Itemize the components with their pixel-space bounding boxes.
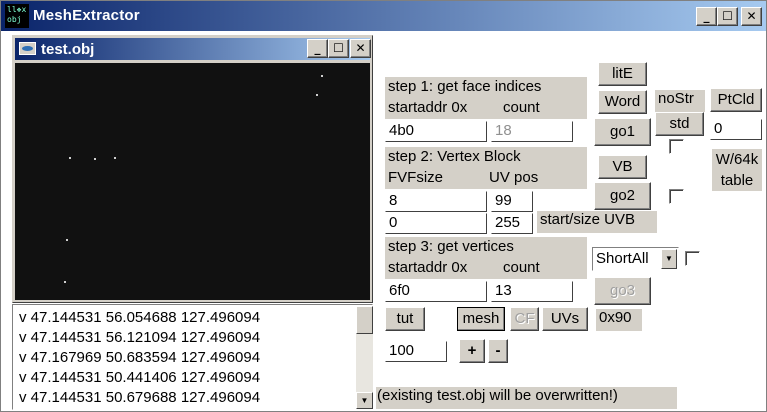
step3-count-label: count bbox=[503, 259, 540, 276]
close-icon: ✕ bbox=[355, 41, 366, 55]
step3-count-input[interactable]: 13 bbox=[491, 281, 573, 302]
table-label: table bbox=[720, 172, 754, 189]
child-minimize-button[interactable]: _ bbox=[307, 39, 328, 58]
scrollbar-thumb[interactable] bbox=[356, 306, 373, 334]
vertex-point bbox=[69, 157, 71, 159]
vb-button[interactable]: VB bbox=[598, 155, 647, 179]
uvb-size-input[interactable]: 255 bbox=[491, 213, 533, 234]
uvs-button[interactable]: UVs bbox=[542, 307, 588, 331]
step3-heading: step 3: get vertices bbox=[388, 238, 514, 255]
step3-startaddr-input[interactable]: 6f0 bbox=[385, 281, 487, 302]
minimize-icon: _ bbox=[314, 41, 321, 55]
zoom-plus-button[interactable]: + bbox=[459, 339, 485, 363]
offset-label: 0x90 bbox=[596, 309, 642, 331]
vertex-mode-select[interactable]: ShortAll ▼ bbox=[592, 247, 679, 271]
step2-heading: step 2: Vertex Block bbox=[388, 148, 521, 165]
zoom-minus-button[interactable]: - bbox=[488, 339, 508, 363]
child-maximize-button[interactable]: ☐ bbox=[328, 39, 349, 58]
dropdown-button[interactable]: ▼ bbox=[661, 249, 677, 269]
go2-checkbox[interactable] bbox=[669, 189, 684, 204]
vertex-point bbox=[321, 75, 323, 77]
vertex-point bbox=[66, 239, 68, 241]
main-window: ll❖x obj MeshExtractor _ ☐ ✕ test.obj _ … bbox=[0, 0, 767, 412]
list-item[interactable]: v 47.144531 56.121094 127.496094 bbox=[19, 329, 260, 349]
obj-file-icon bbox=[19, 42, 36, 55]
overwrite-warning: (existing test.obj will be overwritten!) bbox=[376, 387, 677, 409]
vertex-list[interactable]: v 47.144531 56.054688 127.496094 v 47.14… bbox=[12, 304, 373, 410]
step1-count-label: count bbox=[503, 99, 540, 116]
ptcld-button[interactable]: PtCld bbox=[710, 88, 762, 112]
title-bar[interactable]: ll❖x obj MeshExtractor _ ☐ ✕ bbox=[1, 1, 766, 31]
child-window-title: test.obj bbox=[41, 41, 95, 58]
ptcld-input[interactable]: 0 bbox=[710, 119, 762, 140]
list-item[interactable]: v 47.144531 50.679688 127.496094 bbox=[19, 389, 260, 409]
step3-startaddr-label: startaddr 0x bbox=[388, 259, 468, 276]
scroll-down-button[interactable]: ▼ bbox=[356, 392, 373, 409]
vertex-point bbox=[114, 157, 116, 159]
go2-button[interactable]: go2 bbox=[594, 182, 651, 210]
vertex-point bbox=[94, 158, 96, 160]
step1-startaddr-label: startaddr 0x bbox=[388, 99, 468, 116]
std-checkbox[interactable] bbox=[669, 139, 684, 154]
child-title-bar[interactable]: test.obj _ ☐ ✕ bbox=[15, 38, 371, 60]
vertex-mode-value: ShortAll bbox=[596, 250, 649, 267]
w64k-panel[interactable]: W/64k table bbox=[712, 149, 762, 191]
uvpos-input[interactable]: 99 bbox=[491, 191, 533, 212]
vertex-list-scrollbar[interactable]: ▼ bbox=[356, 306, 373, 409]
tut-button[interactable]: tut bbox=[385, 307, 425, 331]
maximize-icon: ☐ bbox=[333, 41, 344, 55]
nostr-label: noStr bbox=[655, 90, 705, 112]
list-item[interactable]: v 47.167969 50.683594 127.496094 bbox=[19, 349, 260, 369]
close-icon: ✕ bbox=[746, 9, 757, 23]
step3-panel: step 3: get vertices startaddr 0x count bbox=[385, 237, 587, 279]
maximize-icon: ☐ bbox=[722, 9, 733, 23]
minimize-icon: _ bbox=[703, 9, 710, 23]
lite-button[interactable]: litE bbox=[598, 62, 647, 86]
w64k-label: W/64k bbox=[715, 151, 759, 168]
step1-startaddr-input[interactable]: 4b0 bbox=[385, 121, 487, 142]
chevron-down-icon: ▼ bbox=[665, 254, 673, 263]
arrow-down-icon: ▼ bbox=[360, 396, 369, 405]
step2-fvf-label: FVFsize bbox=[388, 169, 444, 186]
uvb-start-input[interactable]: 0 bbox=[385, 213, 487, 234]
step1-heading: step 1: get face indices bbox=[388, 78, 542, 95]
mode-checkbox[interactable] bbox=[685, 251, 700, 266]
step2-uvpos-label: UV pos bbox=[489, 169, 539, 186]
vertex-point bbox=[64, 281, 66, 283]
step1-panel: step 1: get face indices startaddr 0x co… bbox=[385, 77, 587, 119]
close-button[interactable]: ✕ bbox=[741, 7, 762, 26]
app-icon: ll❖x obj bbox=[5, 4, 29, 28]
mesh-preview-window: test.obj _ ☐ ✕ bbox=[12, 35, 373, 303]
window-title: MeshExtractor bbox=[33, 7, 140, 24]
vertex-point bbox=[316, 94, 318, 96]
zoom-input[interactable]: 100 bbox=[385, 341, 447, 362]
std-button[interactable]: std bbox=[655, 112, 704, 136]
go3-button[interactable]: go3 bbox=[594, 277, 651, 305]
list-item[interactable]: v 47.144531 56.054688 127.496094 bbox=[19, 309, 260, 329]
fvfsize-input[interactable]: 8 bbox=[385, 191, 487, 212]
step1-count-input[interactable]: 18 bbox=[491, 121, 573, 142]
mesh-viewport[interactable] bbox=[15, 63, 370, 300]
step2-panel: step 2: Vertex Block FVFsize UV pos bbox=[385, 147, 587, 189]
maximize-button[interactable]: ☐ bbox=[717, 7, 738, 26]
uvb-startsize-label: start/size UVB bbox=[537, 211, 657, 233]
go1-button[interactable]: go1 bbox=[594, 118, 651, 146]
word-button[interactable]: Word bbox=[598, 90, 647, 114]
minimize-button[interactable]: _ bbox=[696, 7, 717, 26]
list-item[interactable]: v 47.144531 50.441406 127.496094 bbox=[19, 369, 260, 389]
child-close-button[interactable]: ✕ bbox=[350, 39, 371, 58]
cf-button[interactable]: CF bbox=[510, 307, 539, 331]
mesh-button[interactable]: mesh bbox=[457, 307, 505, 331]
